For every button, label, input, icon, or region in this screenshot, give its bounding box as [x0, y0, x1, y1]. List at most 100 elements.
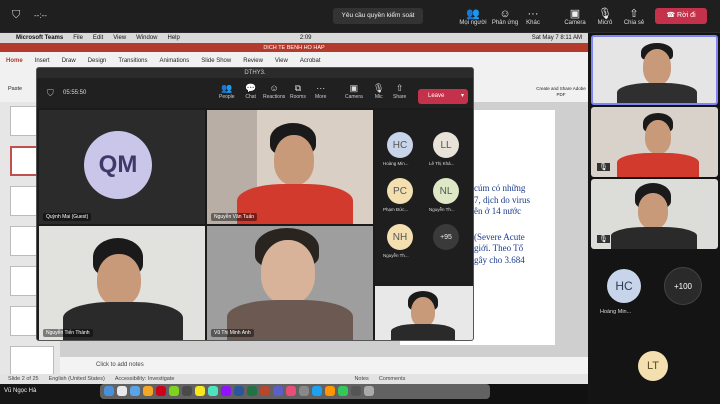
- app-icon[interactable]: [325, 386, 335, 396]
- app-icon[interactable]: [182, 386, 192, 396]
- app-icon[interactable]: [169, 386, 179, 396]
- participant-avatar[interactable]: PC: [387, 178, 413, 204]
- app-icon[interactable]: [156, 386, 166, 396]
- tab-view[interactable]: View: [275, 58, 288, 64]
- notes-pane[interactable]: Click to add notes: [60, 357, 588, 374]
- request-control-button[interactable]: Yêu cầu quyền kiểm soát: [333, 8, 423, 24]
- participant-avatar[interactable]: LT: [638, 351, 668, 381]
- more-button[interactable]: ··· Khác: [522, 3, 544, 31]
- camera-label: Camera: [345, 94, 363, 100]
- participant-avatar[interactable]: NL: [433, 178, 459, 204]
- more-participants-count: +100: [673, 281, 693, 291]
- tab-slide-show[interactable]: Slide Show: [201, 58, 231, 64]
- app-icon[interactable]: [247, 386, 257, 396]
- chat-button[interactable]: 💬 Chat: [245, 82, 256, 100]
- menu-file[interactable]: File: [73, 35, 83, 41]
- participant-tile[interactable]: 🎙: [591, 107, 718, 177]
- participant-name: Nguyễn Th...: [383, 253, 409, 258]
- app-icon[interactable]: [195, 386, 205, 396]
- menu-view[interactable]: View: [113, 35, 126, 41]
- reactions-button[interactable]: ☺ Reactions: [263, 82, 285, 100]
- teams-icon[interactable]: [273, 386, 283, 396]
- create-share-pdf-button[interactable]: Create and Share Adobe PDF: [536, 86, 586, 98]
- tab-transitions[interactable]: Transitions: [118, 58, 147, 64]
- app-icon[interactable]: [208, 386, 218, 396]
- chevron-down-icon[interactable]: ▾: [461, 89, 464, 104]
- tab-draw[interactable]: Draw: [62, 58, 76, 64]
- more-participants-button[interactable]: +100: [664, 267, 702, 305]
- app-icon[interactable]: [299, 386, 309, 396]
- presenter-name: Vũ Ngọc Hà: [4, 388, 37, 394]
- people-button[interactable]: 👥 Mọi người: [456, 3, 490, 31]
- app-icon[interactable]: [143, 386, 153, 396]
- share-icon: ⇧: [629, 8, 639, 20]
- menu-app-name[interactable]: Microsoft Teams: [16, 35, 63, 41]
- self-video-tile[interactable]: [375, 286, 473, 340]
- app-icon[interactable]: [260, 386, 270, 396]
- app-icon[interactable]: [286, 386, 296, 396]
- share-button[interactable]: ⇧ Chia sẻ: [622, 3, 646, 31]
- mic-off-icon: 🎙: [597, 235, 610, 243]
- participant-avatar[interactable]: LL: [433, 132, 459, 158]
- app-icon[interactable]: [130, 386, 140, 396]
- notes-toggle[interactable]: Notes: [354, 376, 368, 382]
- people-button[interactable]: 👥 People: [219, 82, 235, 100]
- slide-line: gây cho 3.684: [474, 254, 525, 265]
- share-label: Share: [393, 94, 407, 100]
- participant-tile[interactable]: 🎙: [591, 179, 718, 249]
- menu-window[interactable]: Window: [136, 35, 157, 41]
- tab-insert[interactable]: Insert: [35, 58, 50, 64]
- app-icon[interactable]: [117, 386, 127, 396]
- reactions-button[interactable]: ☺ Phản ứng: [490, 3, 520, 31]
- participant-avatar[interactable]: NH: [387, 224, 413, 250]
- leave-meeting-button[interactable]: ☎ Rời đi: [655, 8, 707, 24]
- person-face: [97, 254, 141, 306]
- tab-review[interactable]: Review: [243, 58, 263, 64]
- more-participants-button[interactable]: +95: [433, 224, 459, 250]
- participant-name: Nguyễn Văn Tuấn: [211, 213, 258, 221]
- mic-button[interactable]: 🎙 Mic: [373, 82, 384, 100]
- comments-toggle[interactable]: Comments: [379, 376, 406, 382]
- share-button[interactable]: ⇧ Share: [393, 82, 406, 100]
- participant-tile[interactable]: Vũ Thị Minh Anh: [207, 226, 373, 340]
- meeting-title: DTHY3.: [244, 70, 266, 76]
- mic-button[interactable]: 🎙 Micrô: [594, 3, 616, 31]
- app-icon[interactable]: [234, 386, 244, 396]
- more-label: Khác: [526, 20, 540, 26]
- person-face: [643, 49, 671, 85]
- rooms-label: Rooms: [290, 94, 306, 100]
- more-button[interactable]: ··· More: [315, 82, 326, 100]
- accessibility-status[interactable]: Accessibility: Investigate: [115, 376, 175, 382]
- language-status[interactable]: English (United States): [49, 376, 105, 382]
- tab-design[interactable]: Design: [88, 58, 107, 64]
- app-icon[interactable]: [312, 386, 322, 396]
- tab-animations[interactable]: Animations: [160, 58, 190, 64]
- slide-thumbnail[interactable]: [10, 346, 54, 376]
- menu-edit[interactable]: Edit: [93, 35, 103, 41]
- notes-placeholder: Click to add notes: [96, 362, 144, 368]
- app-icon[interactable]: [221, 386, 231, 396]
- tab-home[interactable]: Home: [6, 58, 23, 64]
- trash-icon[interactable]: [364, 386, 374, 396]
- rooms-button[interactable]: ⧉ Rooms: [290, 82, 306, 100]
- paste-label[interactable]: Paste: [8, 86, 22, 92]
- tab-acrobat[interactable]: Acrobat: [300, 58, 321, 64]
- app-icon[interactable]: [351, 386, 361, 396]
- camera-button[interactable]: ▣ Camera: [563, 3, 587, 31]
- participant-name: Phạm Đức...: [383, 207, 409, 212]
- person-face: [411, 297, 435, 327]
- avatar-initials: HC: [392, 139, 408, 151]
- participant-tile[interactable]: Nguyễn Tiến Thành: [39, 226, 205, 340]
- finder-icon[interactable]: [104, 386, 114, 396]
- ppt-doc-title: DICH TE BENH HO HAP: [263, 44, 325, 51]
- participant-tile-speaking[interactable]: [591, 35, 718, 105]
- menu-help[interactable]: Help: [168, 35, 180, 41]
- participant-tile[interactable]: QM Quỳnh Mai (Guest): [39, 110, 205, 224]
- camera-button[interactable]: ▣ Camera: [345, 82, 363, 100]
- app-icon[interactable]: [338, 386, 348, 396]
- leave-button[interactable]: Leave ▾: [418, 89, 468, 104]
- participant-tile[interactable]: Nguyễn Văn Tuấn: [207, 110, 373, 224]
- more-label: More: [315, 94, 327, 100]
- participant-avatar[interactable]: HC: [607, 269, 641, 303]
- participant-avatar[interactable]: HC: [387, 132, 413, 158]
